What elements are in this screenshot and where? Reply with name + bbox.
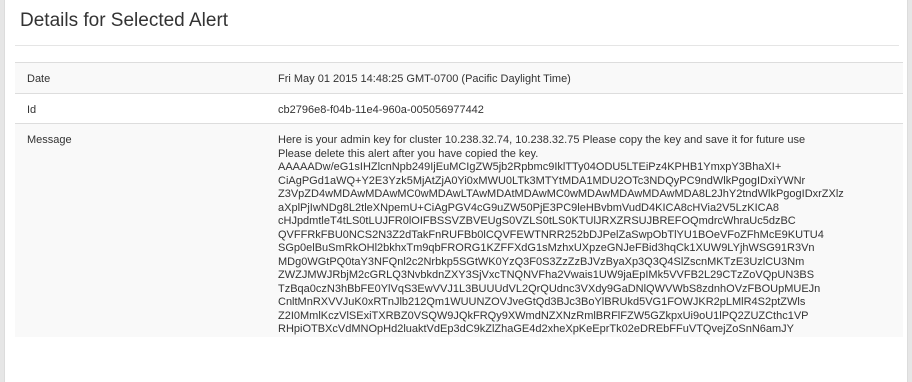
date-value: Fri May 01 2015 14:48:25 GMT-0700 (Pacif… <box>278 62 903 94</box>
message-line: SGp0elBuSmRkOHl2bkhxTm9qbFRORG1KZFFXdG1s… <box>278 242 815 254</box>
message-line: CiAgPGd1aWQ+Y2E3Yzk5MjAtZjA0Yi0xMWU0LTk3… <box>278 174 806 187</box>
message-line: MDg0WGtPQ0taY3NFQnl2c2Nrbkp5SGtWK0YzQ3F0… <box>278 255 805 268</box>
table-row-date: Date Fri May 01 2015 14:48:25 GMT-0700 (… <box>15 62 903 94</box>
title-divider <box>15 45 899 46</box>
message-value: Here is your admin key for cluster 10.23… <box>278 123 903 337</box>
message-line: ZWZJMWJRbjM2cGRLQ3NvbkdnZXY3SjVxcTNQNVFh… <box>278 269 815 281</box>
message-line: AAAAADw/eG1sIHZlcnNpb249IjEuMCIgZW5jb2Rp… <box>278 161 782 173</box>
message-line: CnltMnRXVVJuK0xRTnJlb212Qm1WUUNZOVJveGtQ… <box>278 296 806 308</box>
alert-details-table: Date Fri May 01 2015 14:48:25 GMT-0700 (… <box>15 62 903 337</box>
message-line: cHJpdmtleT4tLS0tLUJFR0lOIFBSSVZBVEUgS0VZ… <box>278 215 796 227</box>
table-row-id: Id cb2796e8-f04b-11e4-960a-005056977442 <box>15 93 903 124</box>
message-label: Message <box>15 123 278 337</box>
message-line: Z2I0MmlKczVlSExiTXRBZ0VSQW9JQkFRQy9XWmdN… <box>278 309 809 322</box>
message-line: TzBqa0czN3hBbFE0YlVqS3EwVVJ1L3BUUUdVL2Qr… <box>278 282 821 295</box>
message-line: Z3VpZD4wMDAwMDAwMC0wMDAwLTAwMDAtMDAwMC0w… <box>278 188 844 200</box>
alert-details-panel: Details for Selected Alert Date Fri May … <box>4 0 908 382</box>
message-line: QVFFRkFBU0NCS2N3Z2dTakFnRUFBb0lCQVFEWTNR… <box>278 228 824 241</box>
id-label: Id <box>15 93 278 124</box>
panel-title: Details for Selected Alert <box>20 10 229 31</box>
table-row-message: Message Here is your admin key for clust… <box>15 123 903 337</box>
message-line: Here is your admin key for cluster 10.23… <box>278 134 806 146</box>
date-label: Date <box>15 62 278 94</box>
id-value: cb2796e8-f04b-11e4-960a-005056977442 <box>278 93 903 124</box>
message-line: Please delete this alert after you have … <box>278 147 539 160</box>
message-line: aXplPjIwNDg8L2tleXNpemU+CiAgPGV4cG9uZW50… <box>278 201 780 214</box>
message-line: RHpiOTBXcVdMNOpHd2luaktVdEp3dC9kZlZhaGE4… <box>278 323 794 335</box>
